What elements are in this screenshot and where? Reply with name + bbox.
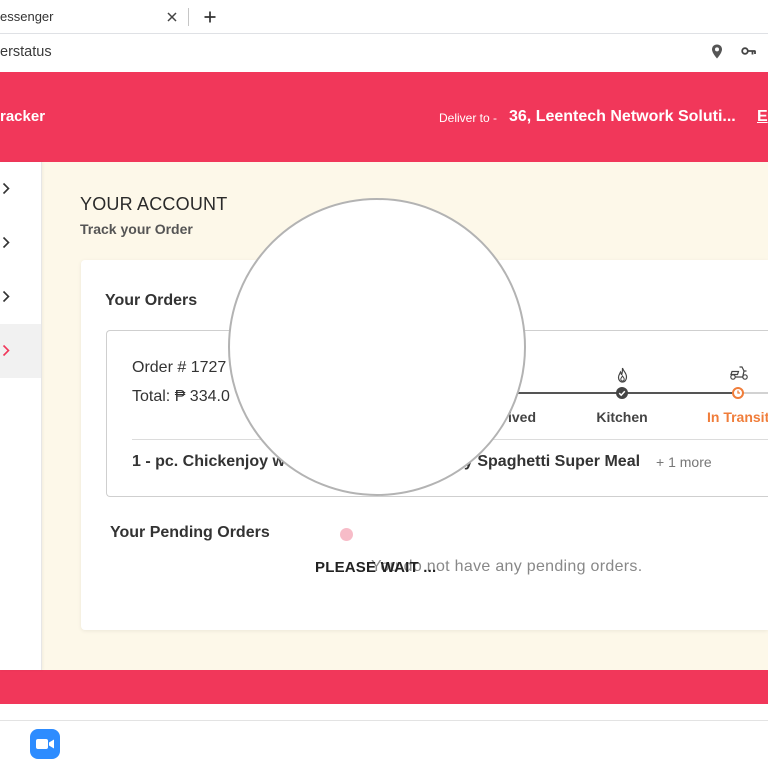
flame-icon bbox=[617, 367, 628, 383]
step-label-received: ived bbox=[508, 409, 537, 425]
address-bar-url[interactable]: erstatus bbox=[0, 43, 52, 61]
sidebar-item[interactable] bbox=[0, 216, 41, 270]
order-items-summary-continued: y Spaghetti Super Meal bbox=[464, 453, 641, 470]
sidebar-item[interactable] bbox=[0, 162, 41, 216]
step-label-in-transit: In Transit bbox=[707, 409, 768, 425]
key-icon[interactable] bbox=[741, 46, 756, 56]
loading-dot-icon bbox=[340, 528, 353, 541]
plus-icon[interactable] bbox=[204, 11, 216, 23]
tab-divider bbox=[188, 8, 189, 26]
chevron-right-icon bbox=[2, 290, 10, 303]
order-number: Order # 1727 bbox=[132, 359, 227, 376]
chevron-right-icon bbox=[2, 236, 10, 249]
account-sidebar bbox=[0, 162, 42, 670]
more-items-link[interactable]: + 1 more bbox=[656, 453, 712, 471]
loading-overlay-circle bbox=[228, 198, 526, 496]
zoom-icon[interactable] bbox=[30, 729, 60, 759]
sidebar-item[interactable] bbox=[0, 270, 41, 324]
page-title: YOUR ACCOUNT bbox=[80, 194, 228, 214]
scooter-icon bbox=[730, 366, 748, 380]
browser-tab-bar: essenger bbox=[0, 0, 768, 34]
pending-orders-heading: Your Pending Orders bbox=[110, 524, 270, 541]
loading-message: PLEASE WAIT ... bbox=[315, 559, 437, 576]
site-footer bbox=[0, 670, 768, 704]
location-pin-icon[interactable] bbox=[711, 44, 723, 59]
sidebar-item-track-order[interactable] bbox=[0, 324, 41, 378]
chevron-right-icon bbox=[2, 344, 10, 357]
delivery-address[interactable]: 36, Leentech Network Soluti... bbox=[509, 107, 739, 127]
brand-logo-text[interactable]: racker bbox=[0, 108, 45, 126]
close-icon[interactable] bbox=[167, 12, 177, 22]
site-header: racker Deliver to - 36, Leentech Network… bbox=[0, 72, 768, 162]
step-label-kitchen: Kitchen bbox=[596, 409, 648, 425]
address-bar: erstatus bbox=[0, 34, 768, 72]
step-complete-icon bbox=[616, 387, 628, 399]
page-subtitle: Track your Order bbox=[80, 221, 193, 237]
order-total: Total: ₱ 334.0 bbox=[132, 388, 230, 405]
edit-address-link[interactable]: E bbox=[757, 107, 768, 127]
deliver-to-label: Deliver to - bbox=[439, 111, 498, 125]
video-camera-icon bbox=[36, 739, 54, 749]
order-items-summary: 1 - pc. Chickenjoy w bbox=[132, 453, 285, 470]
chevron-right-icon bbox=[2, 182, 10, 195]
step-current-clock-icon bbox=[732, 387, 744, 399]
taskbar bbox=[0, 721, 768, 767]
tab-title[interactable]: essenger bbox=[0, 8, 53, 26]
orders-heading: Your Orders bbox=[105, 292, 198, 309]
